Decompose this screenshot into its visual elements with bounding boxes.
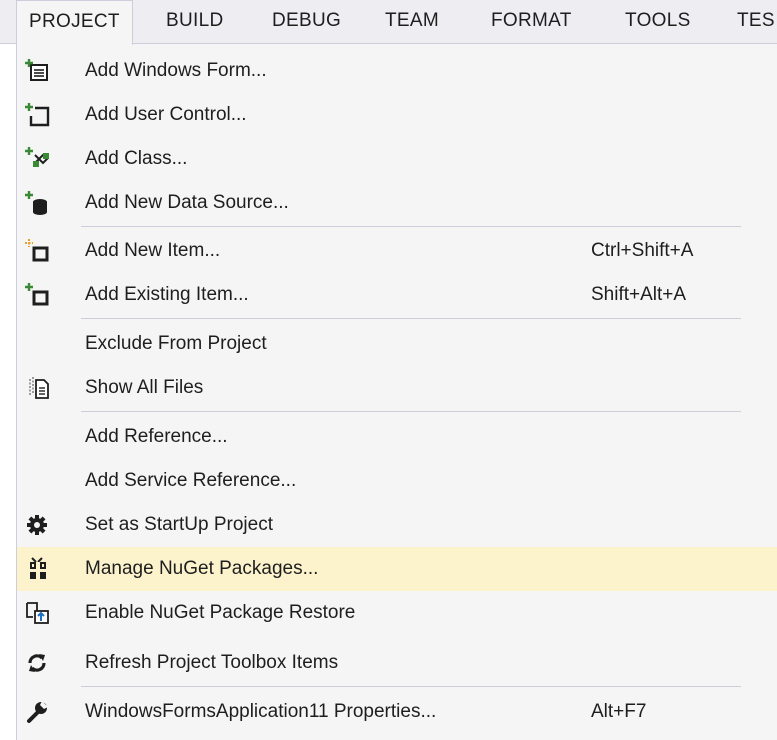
menu-item-add-new-data-source[interactable]: Add New Data Source... (17, 181, 777, 225)
add-class-icon (25, 147, 51, 171)
menu-item-label: Set as StartUp Project (85, 514, 273, 535)
add-new-item-icon (25, 239, 51, 263)
menu-item-shortcut: Shift+Alt+A (591, 284, 687, 305)
menu-item-label: Add New Data Source... (85, 192, 289, 213)
menu-project[interactable]: PROJECT (16, 0, 133, 45)
menu-item-label: Manage NuGet Packages... (85, 558, 319, 579)
menu-item-label: Refresh Project Toolbox Items (85, 652, 339, 673)
menu-item-add-class[interactable]: Add Class... (17, 137, 777, 181)
menu-tools[interactable]: TOOLS (625, 0, 691, 44)
separator (81, 318, 741, 319)
menu-team[interactable]: TEAM (385, 0, 439, 44)
menu-item-label: Add Service Reference... (85, 470, 297, 491)
menu-item-project-properties[interactable]: WindowsFormsApplication11 Properties... … (17, 690, 777, 734)
menu-item-label: Add Class... (85, 148, 188, 169)
menu-item-add-service-reference[interactable]: Add Service Reference... (17, 459, 777, 503)
menu-item-add-user-control[interactable]: Add User Control... (17, 93, 777, 137)
menu-format[interactable]: FORMAT (491, 0, 572, 44)
menu-item-manage-nuget-packages[interactable]: Manage NuGet Packages... (17, 547, 777, 591)
add-user-control-icon (25, 103, 51, 127)
menu-item-add-new-item[interactable]: Add New Item... Ctrl+Shift+A (17, 229, 777, 273)
menu-item-add-reference[interactable]: Add Reference... (17, 415, 777, 459)
menu-item-label: Enable NuGet Package Restore (85, 602, 356, 623)
add-existing-item-icon (25, 283, 51, 307)
project-dropdown-menu: Add Windows Form... Add User Control... … (16, 44, 777, 740)
add-windows-form-icon (25, 59, 51, 83)
menu-item-label: Add Existing Item... (85, 284, 249, 305)
menu-item-enable-nuget-package-restore[interactable]: Enable NuGet Package Restore (17, 591, 777, 635)
menu-test[interactable]: TES (737, 0, 775, 44)
menu-item-add-existing-item[interactable]: Add Existing Item... Shift+Alt+A (17, 273, 777, 317)
menu-item-add-windows-form[interactable]: Add Windows Form... (17, 49, 777, 93)
menu-item-label: Add New Item... (85, 240, 221, 261)
refresh-icon (25, 651, 51, 675)
nuget-package-icon (25, 557, 51, 581)
package-restore-icon (25, 601, 51, 625)
menu-item-label: Exclude From Project (85, 333, 267, 354)
gear-icon (25, 513, 51, 537)
menu-item-shortcut: Ctrl+Shift+A (591, 240, 694, 261)
separator (81, 411, 741, 412)
menu-debug[interactable]: DEBUG (272, 0, 341, 44)
menu-item-exclude-from-project[interactable]: Exclude From Project (17, 322, 777, 366)
menu-item-label: WindowsFormsApplication11 Properties... (85, 701, 437, 722)
menu-bar: PROJECT BUILD DEBUG TEAM FORMAT TOOLS TE… (0, 0, 777, 45)
wrench-icon (25, 700, 51, 724)
separator (81, 686, 741, 687)
separator (81, 226, 741, 227)
menu-item-shortcut: Alt+F7 (591, 701, 647, 722)
menu-item-refresh-project-toolbox-items[interactable]: Refresh Project Toolbox Items (17, 641, 777, 685)
menu-item-label: Add User Control... (85, 104, 247, 125)
menu-item-show-all-files[interactable]: Show All Files (17, 366, 777, 410)
show-all-files-icon (25, 376, 51, 400)
add-data-source-icon (25, 191, 51, 215)
menu-item-label: Add Reference... (85, 426, 228, 447)
menu-item-set-as-startup-project[interactable]: Set as StartUp Project (17, 503, 777, 547)
menu-build[interactable]: BUILD (166, 0, 223, 44)
menu-item-label: Show All Files (85, 377, 204, 398)
menu-item-label: Add Windows Form... (85, 60, 267, 81)
